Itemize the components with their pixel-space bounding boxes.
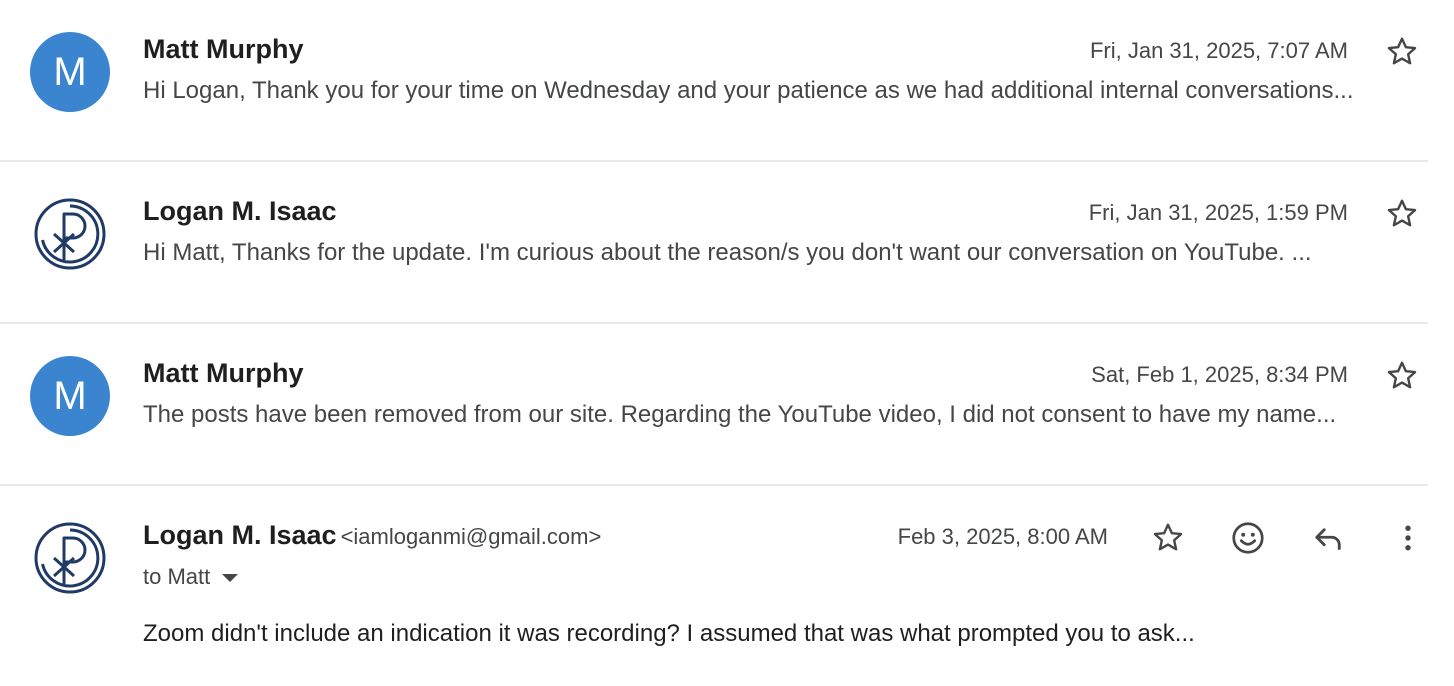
- star-icon[interactable]: [1148, 518, 1188, 558]
- collapsed-message[interactable]: Logan M. Isaac Fri, Jan 31, 2025, 1:59 P…: [0, 162, 1428, 324]
- sender-email: <iamloganmi@gmail.com>: [340, 524, 602, 549]
- collapsed-message[interactable]: M Matt Murphy Fri, Jan 31, 2025, 7:07 AM…: [0, 0, 1428, 162]
- collapsed-message[interactable]: M Matt Murphy Sat, Feb 1, 2025, 8:34 PM …: [0, 324, 1428, 486]
- message-body: Zoom didn't include an indication it was…: [143, 620, 1195, 647]
- reply-icon[interactable]: [1308, 518, 1348, 558]
- avatar: [30, 518, 110, 598]
- avatar: [30, 194, 110, 274]
- message-date: Fri, Jan 31, 2025, 7:07 AM: [1089, 38, 1348, 63]
- sender-name: Matt Murphy: [143, 358, 304, 388]
- chi-rho-logo-icon: [34, 198, 106, 270]
- star-icon[interactable]: [1384, 196, 1420, 232]
- avatar: M: [30, 32, 110, 112]
- star-icon[interactable]: [1384, 34, 1420, 70]
- avatar: M: [30, 356, 110, 436]
- message-snippet: Hi Logan, Thank you for your time on Wed…: [143, 77, 1354, 104]
- sender-name: Logan M. Isaac: [143, 196, 337, 226]
- chi-rho-logo-icon: [34, 522, 106, 594]
- star-icon[interactable]: [1384, 358, 1420, 394]
- recipient-line[interactable]: to Matt: [143, 564, 239, 590]
- sender-name: Logan M. Isaac <iamloganmi@gmail.com>: [143, 520, 601, 551]
- more-options-icon[interactable]: [1388, 518, 1428, 558]
- sender-name-text: Logan M. Isaac: [143, 520, 337, 550]
- message-snippet: Hi Matt, Thanks for the update. I'm curi…: [143, 239, 1312, 266]
- emoji-reaction-icon[interactable]: [1228, 518, 1268, 558]
- sender-name: Matt Murphy: [143, 34, 304, 64]
- chevron-down-icon[interactable]: [222, 574, 239, 582]
- message-date: Fri, Jan 31, 2025, 1:59 PM: [1088, 200, 1348, 225]
- recipient-text: to Matt: [143, 564, 211, 589]
- message-date: Feb 3, 2025, 8:00 AM: [897, 524, 1108, 549]
- message-date: Sat, Feb 1, 2025, 8:34 PM: [1091, 362, 1348, 387]
- message-snippet: The posts have been removed from our sit…: [143, 401, 1337, 428]
